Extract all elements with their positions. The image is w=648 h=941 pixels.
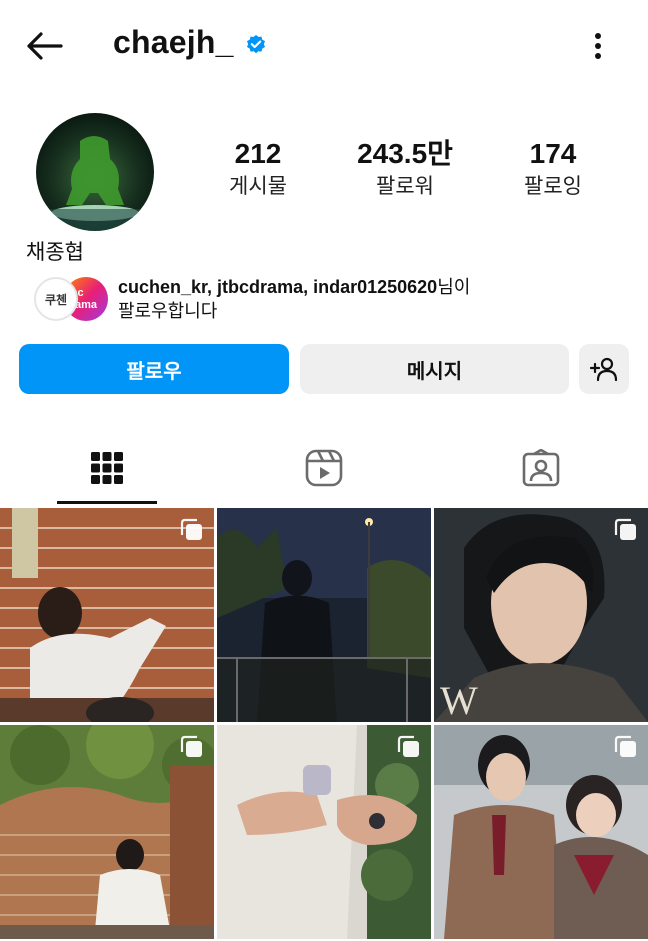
- avatar-image: [36, 113, 154, 231]
- tab-tagged[interactable]: [491, 430, 591, 505]
- verified-badge-icon: [247, 34, 265, 54]
- profile-full-name: 채종협: [26, 241, 84, 264]
- stat-label: 팔로잉: [524, 175, 582, 198]
- tab-reels[interactable]: [274, 430, 374, 505]
- post-thumbnail[interactable]: [217, 508, 431, 722]
- multiple-images-icon: [180, 735, 202, 757]
- stat-value: 212: [234, 138, 282, 169]
- stat-label: 게시물: [229, 175, 287, 198]
- svg-text:W: W: [440, 678, 478, 722]
- followed-by-row[interactable]: 쿠첸 jtbc drama cuchen_kr, jtbcdrama, inda…: [30, 273, 630, 329]
- add-user-icon: [589, 357, 618, 382]
- multiple-images-icon: [614, 518, 636, 540]
- stat-value: 174: [529, 138, 577, 169]
- stat-label: 팔로워: [376, 175, 434, 198]
- reels-icon: [305, 449, 343, 486]
- post-thumbnail[interactable]: [0, 725, 214, 939]
- suggest-users-button[interactable]: [579, 344, 629, 394]
- follow-button[interactable]: 팔로우: [19, 344, 289, 394]
- top-bar: chaejh_: [0, 0, 648, 92]
- multiple-images-icon: [614, 735, 636, 757]
- tab-posts[interactable]: [57, 430, 157, 505]
- active-tab-indicator: [57, 501, 157, 504]
- profile-avatar[interactable]: [36, 113, 154, 231]
- grid-icon: [91, 451, 123, 484]
- post-thumbnail[interactable]: [217, 725, 431, 939]
- profile-tabs: [0, 430, 648, 505]
- followed-by-text: cuchen_kr, jtbcdrama, indar01250620님이 팔로…: [118, 275, 618, 323]
- follower-avatar: 쿠첸: [34, 277, 78, 321]
- profile-username: chaejh_: [113, 24, 234, 60]
- stat-following[interactable]: 174 팔로잉: [498, 136, 608, 202]
- stat-followers[interactable]: 243.5만 팔로워: [335, 136, 475, 202]
- message-button[interactable]: 메시지: [300, 344, 569, 394]
- post-image: [217, 508, 431, 722]
- arrow-left-icon: [27, 32, 63, 60]
- posts-grid: W: [0, 508, 648, 941]
- multiple-images-icon: [180, 518, 202, 540]
- followed-by-suffix: 님이: [437, 277, 471, 297]
- more-vertical-icon: [595, 33, 601, 59]
- post-thumbnail[interactable]: [434, 725, 648, 939]
- back-button[interactable]: [22, 26, 66, 66]
- tagged-user-icon: [522, 448, 560, 486]
- post-thumbnail[interactable]: W: [434, 508, 648, 722]
- followed-by-line2: 팔로우합니다: [118, 301, 218, 321]
- stat-value: 243.5만: [357, 138, 453, 169]
- multiple-images-icon: [397, 735, 419, 757]
- stat-posts[interactable]: 212 게시물: [208, 136, 308, 202]
- followed-by-accounts: cuchen_kr, jtbcdrama, indar01250620: [118, 277, 438, 297]
- post-thumbnail[interactable]: [0, 508, 214, 722]
- more-options-button[interactable]: [582, 26, 614, 66]
